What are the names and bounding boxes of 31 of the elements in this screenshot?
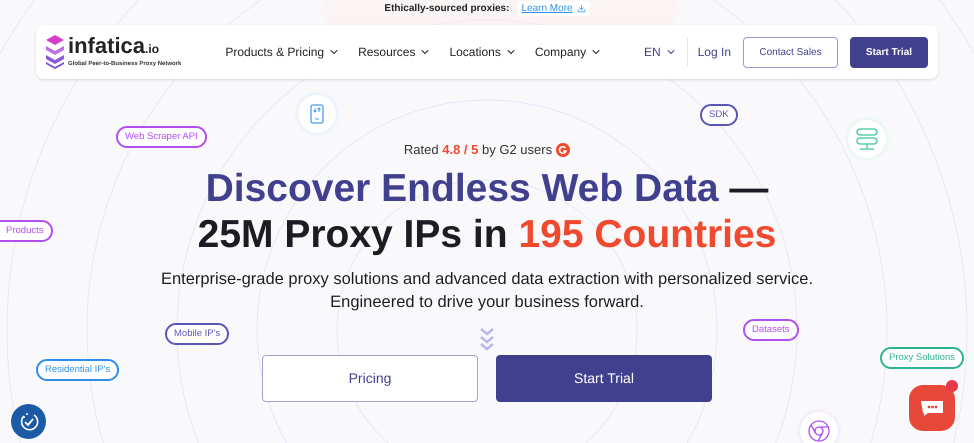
g2-logo-icon [556,142,570,157]
nav-menu-item[interactable]: Products & Pricing [225,43,340,61]
contact-sales-button[interactable]: Contact Sales [743,36,838,68]
feature-tag[interactable]: Datasets [743,319,798,342]
subtitle-text: Enterprise-grade proxy solutions and advanced data extraction with personalized service. [160,268,814,290]
headline: Discover Endless Web Data — [206,166,768,212]
nav-menu-item[interactable]: Resources [358,43,432,61]
start-trial-button[interactable]: Start Trial [496,354,712,402]
language-selector[interactable]: EN [644,43,677,61]
login-link[interactable]: Log In [698,43,731,61]
logo-icon [46,35,64,69]
subtitle-text: Engineered to drive your business forward. [330,292,644,312]
logo-wordmark: infatica.io [68,35,160,60]
chat-button[interactable] [909,385,955,431]
rating-text: Rated 4.8 / 5 by G2 users [404,141,552,159]
download-icon [576,4,586,12]
nav-menu-item[interactable]: Company [534,43,602,61]
start-trial-button[interactable]: Start Trial [850,36,928,68]
chat-icon [920,399,944,417]
feature-tag[interactable]: Mobile IP's [165,323,230,346]
feature-tag[interactable]: Products [0,220,52,242]
pricing-button[interactable]: Pricing [262,354,478,402]
scroll-down-icon [480,326,494,352]
feature-tag[interactable]: Web Scraper API [116,126,207,148]
banner-text: Ethically-sourced proxies: [384,2,510,16]
server-icon [848,120,886,158]
feature-tag[interactable]: SDK [700,104,738,126]
mobile-icon [298,95,336,133]
accessibility-button[interactable] [11,404,46,439]
headline: 25M Proxy IPs in 195 Countries [198,212,776,258]
nav-menu-item[interactable]: Locations [449,43,517,61]
